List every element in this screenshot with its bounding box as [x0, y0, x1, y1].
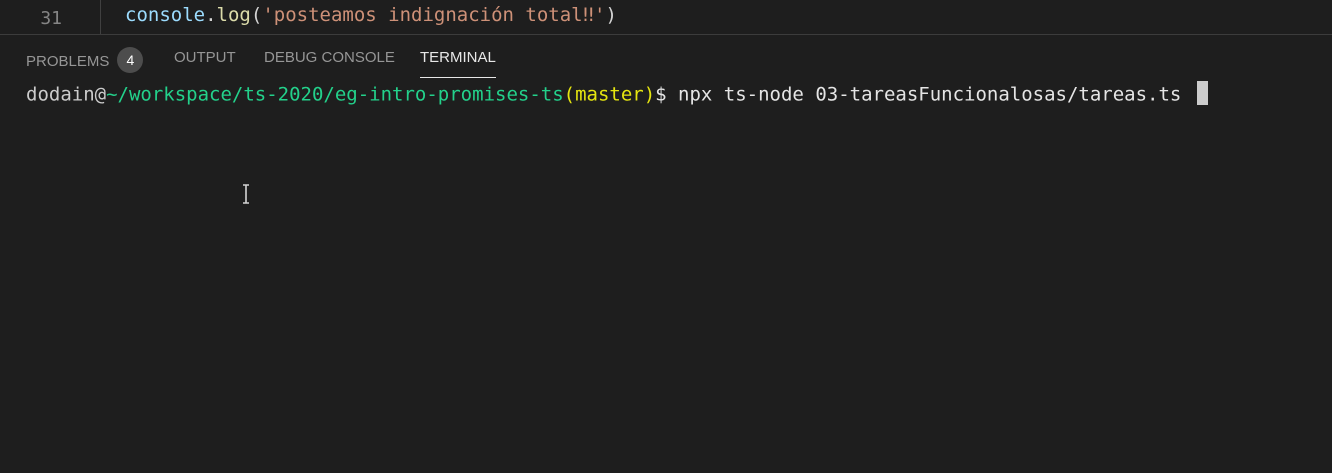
- code-token-object: console: [125, 4, 206, 26]
- terminal-user: dodain@: [26, 83, 107, 106]
- tab-terminal-label: TERMINAL: [420, 49, 496, 66]
- active-tab-indicator: [420, 77, 496, 78]
- terminal-path: ~/workspace/ts-2020/eg-intro-promises-ts: [106, 83, 564, 106]
- tab-output-label: OUTPUT: [174, 49, 236, 66]
- terminal-branch: (master): [563, 83, 656, 106]
- tab-problems[interactable]: PROBLEMS 4: [26, 47, 144, 79]
- tab-debug-console-label: DEBUG CONSOLE: [264, 49, 395, 66]
- tab-terminal[interactable]: TERMINAL: [420, 49, 496, 79]
- indent-guide: [100, 0, 101, 34]
- code-token-open-paren: (: [250, 4, 263, 26]
- terminal-output[interactable]: dodain@~/workspace/ts-2020/eg-intro-prom…: [26, 81, 1208, 107]
- editor-area[interactable]: 31 console.log('posteamos indignación to…: [0, 0, 1332, 34]
- tab-problems-label: PROBLEMS: [26, 52, 110, 70]
- tab-output[interactable]: OUTPUT: [174, 49, 236, 79]
- terminal-prompt: $: [655, 83, 679, 106]
- code-line[interactable]: console.log('posteamos indignación total…: [125, 4, 617, 26]
- problems-count-badge: 4: [117, 47, 144, 73]
- terminal-cursor: [1196, 81, 1208, 105]
- code-token-dot: .: [205, 4, 217, 26]
- panel-tab-bar: PROBLEMS 4 OUTPUT DEBUG CONSOLE TERMINAL: [0, 35, 1332, 79]
- tab-debug-console[interactable]: DEBUG CONSOLE: [264, 49, 395, 79]
- text-ibeam-cursor-icon: [243, 184, 249, 204]
- code-token-method: log: [216, 4, 251, 26]
- code-token-string: 'posteamos indignación total‼': [262, 4, 606, 26]
- terminal-command: npx ts-node 03-tareasFuncionalosas/tarea…: [678, 83, 1193, 106]
- code-token-close-paren: ): [605, 4, 617, 26]
- line-number: 31: [40, 8, 62, 29]
